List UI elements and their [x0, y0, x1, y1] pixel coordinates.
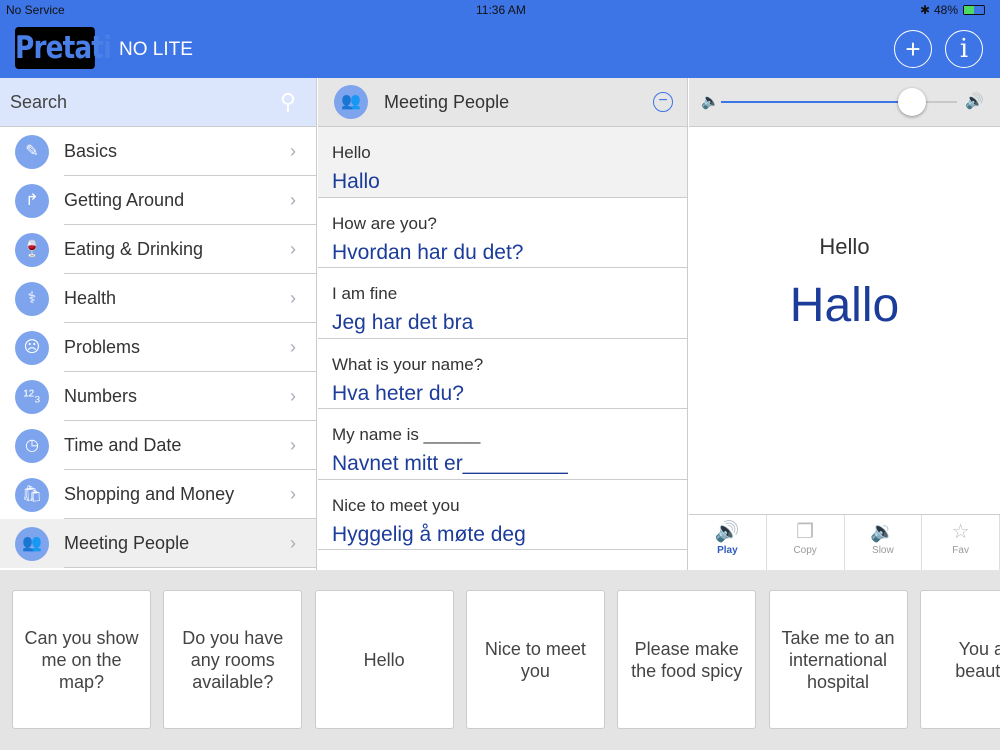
phrase-english: Hello [332, 143, 371, 162]
category-item[interactable]: ↱ Getting Around › [0, 176, 316, 225]
category-item[interactable]: 🍷 Eating & Drinking › [0, 225, 316, 274]
quick-phrase-card[interactable]: Take me to an international hospital [768, 590, 908, 729]
category-label: Eating & Drinking [64, 225, 316, 274]
phrase-norwegian: Hva heter du? [332, 381, 464, 405]
phrase-row[interactable]: What is your name? Hva heter du? [318, 339, 687, 409]
volume-low-icon: 🔈 [701, 93, 720, 110]
chevron-right-icon: › [290, 435, 296, 455]
copy-icon: ❐ [796, 521, 815, 543]
quick-phrase-card[interactable]: Do you have any rooms available? [163, 590, 303, 729]
fav-button[interactable]: ☆ Fav [922, 515, 1000, 570]
category-icon: ☹ [15, 330, 49, 365]
volume-slider-thumb[interactable] [898, 88, 927, 116]
category-icon: 🍷 [15, 232, 49, 267]
category-label: Getting Around [64, 176, 316, 225]
category-icon: ◷ [15, 428, 49, 463]
detail-norwegian: Hallo [789, 279, 900, 332]
slow-icon: 🔉 [870, 521, 896, 543]
play-label: Play [717, 545, 738, 556]
chevron-right-icon: › [290, 190, 296, 210]
carrier-status: No Service [6, 3, 65, 17]
chevron-right-icon: › [290, 337, 296, 357]
chevron-right-icon: › [290, 484, 296, 504]
phrase-english: I am fine [332, 284, 398, 303]
phrase-english: What is your name? [332, 354, 484, 374]
quick-phrase-card[interactable]: Nice to meet you [465, 590, 605, 729]
phrase-english: My name is ______ [332, 425, 481, 444]
category-item[interactable]: 👥 Meeting People › [0, 519, 316, 568]
chevron-right-icon: › [290, 141, 296, 161]
phrase-norwegian: Jeg har det bra [332, 311, 474, 334]
category-label: Shopping and Money [64, 470, 316, 519]
phrase-list: 👥 Meeting People − Hello Hallo How are you… [318, 78, 688, 570]
category-item[interactable]: ◷ Time and Date › [0, 421, 316, 470]
phrase-english: How are you? [332, 213, 437, 233]
phrase-row[interactable]: How are you? Hvordan har du det? [318, 198, 687, 268]
category-label: Time and Date [64, 421, 316, 470]
search-placeholder: Search [10, 91, 68, 112]
category-list: Search ⚲ ✎ Basics › ↱ Getting Around › 🍷 Eating… [0, 78, 317, 570]
quick-phrase-tray: Can you show me on the map? Do you have a… [0, 570, 1000, 750]
category-icon: ⚕ [15, 281, 49, 316]
category-title: Meeting People [384, 91, 510, 112]
phrase-row[interactable]: Hello Hallo [318, 127, 687, 198]
chevron-right-icon: › [290, 386, 296, 406]
quick-phrase-card[interactable]: Please make the food spicy [617, 590, 757, 729]
phrase-norwegian: Hyggelig å møte deg [332, 522, 526, 546]
search-input[interactable]: Search ⚲ [0, 78, 316, 127]
detail-panel: 🔈 🔊 Hello Hallo 🔊 Play ❐ Copy 🔉 Slow ☆ Fav [689, 78, 1000, 570]
battery-icon [963, 5, 985, 15]
category-label: Numbers [64, 372, 316, 421]
play-button[interactable]: 🔊 Play [689, 515, 767, 570]
battery-percent: 48% [934, 3, 959, 17]
phrase-row[interactable]: I am fine Jeg har det bra [318, 268, 687, 339]
copy-label: Copy [793, 545, 817, 556]
category-item[interactable]: ✎ Basics › [0, 127, 316, 176]
category-icon: 👥 [15, 526, 49, 561]
chevron-right-icon: › [290, 288, 296, 308]
phrase-norwegian: Navnet mitt er_________ [332, 452, 568, 475]
top-bar: No Service 11:36 AM ✱ 48% Pretati NO LIT… [0, 0, 1000, 78]
logo: Pretati [15, 27, 112, 69]
slow-label: Slow [872, 545, 894, 556]
phrase-row[interactable]: My name is ______ Navnet mitt er_________ [318, 409, 687, 480]
phrase-norwegian: Hallo [332, 170, 380, 193]
detail-english: Hello [819, 234, 870, 259]
category-label: Basics [64, 127, 316, 176]
category-label: Meeting People [64, 519, 316, 568]
meeting-people-icon: 👥 [334, 85, 368, 119]
copy-button[interactable]: ❐ Copy [767, 515, 845, 570]
slow-button[interactable]: 🔉 Slow [845, 515, 923, 570]
search-icon[interactable]: ⚲ [280, 89, 296, 115]
quick-phrase-card[interactable]: Hello [314, 590, 454, 729]
clock: 11:36 AM [476, 3, 526, 17]
phrase-english: Nice to meet you [332, 495, 460, 515]
category-icon: ¹²₃ [15, 379, 49, 414]
play-icon: 🔊 [714, 521, 740, 543]
phrase-norwegian: Hvordan har du det? [332, 240, 524, 264]
fav-label: Fav [952, 545, 969, 556]
chevron-right-icon: › [290, 533, 296, 553]
volume-slider[interactable] [721, 88, 957, 116]
phrase-row[interactable]: Nice to meet you Hyggelig å møte deg [318, 480, 687, 550]
collapse-button[interactable]: − [653, 92, 673, 112]
category-icon: ↱ [15, 183, 49, 218]
fav-icon: ☆ [951, 521, 970, 543]
category-item[interactable]: ☹ Problems › [0, 323, 316, 372]
add-button[interactable]: + [894, 30, 932, 68]
quick-phrase-card[interactable]: Can you show me on the map? [12, 590, 151, 729]
category-item[interactable]: ⚕ Health › [0, 274, 316, 323]
chevron-right-icon: › [290, 239, 296, 259]
category-label: Health [64, 274, 316, 323]
volume-high-icon: 🔊 [965, 93, 984, 110]
category-item[interactable]: 🛍 Shopping and Money › [0, 470, 316, 519]
bluetooth-icon: ✱ [920, 3, 931, 17]
app-title: NO LITE [119, 39, 193, 60]
category-item[interactable]: ¹²₃ Numbers › [0, 372, 316, 421]
category-icon: 🛍 [15, 477, 49, 512]
category-label: Problems [64, 323, 316, 372]
info-button[interactable]: i [945, 30, 983, 68]
category-icon: ✎ [15, 134, 49, 169]
quick-phrase-card[interactable]: You are beautiful [919, 590, 1000, 729]
